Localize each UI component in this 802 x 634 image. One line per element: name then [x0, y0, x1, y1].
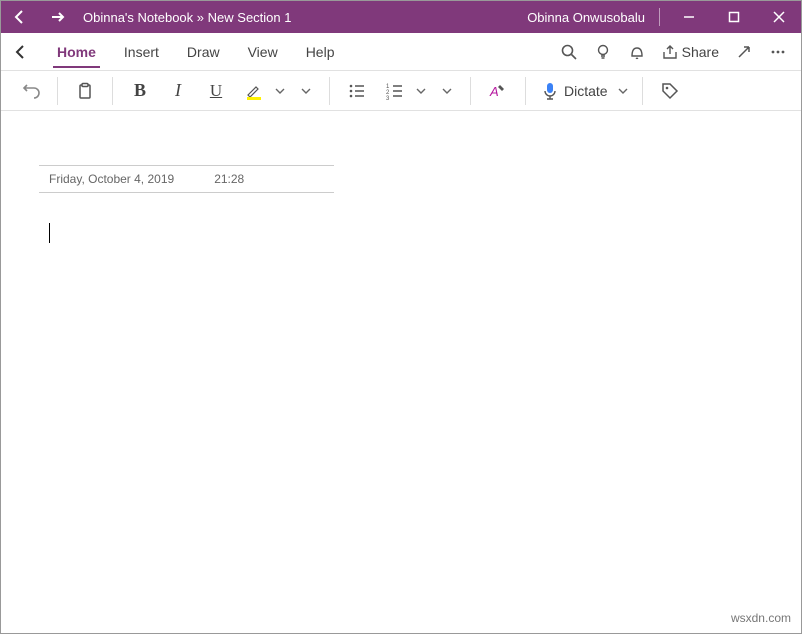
bold-button[interactable]: B: [123, 74, 157, 108]
tag-button[interactable]: [653, 74, 687, 108]
breadcrumb-section: New Section 1: [208, 10, 292, 25]
share-button[interactable]: Share: [654, 33, 727, 71]
tab-view[interactable]: View: [234, 33, 292, 71]
dictate-label: Dictate: [564, 83, 608, 99]
watermark: wsxdn.com: [731, 611, 791, 625]
highlight-dropdown[interactable]: [271, 86, 289, 96]
bullet-list-button[interactable]: [340, 74, 374, 108]
lightbulb-icon[interactable]: [586, 33, 620, 71]
toolbar-separator: [57, 77, 58, 105]
numbered-list-dropdown[interactable]: [412, 86, 430, 96]
note-date: Friday, October 4, 2019: [39, 172, 174, 186]
paragraph-group-dropdown[interactable]: [434, 86, 460, 96]
ribbon-tabs: Home Insert Draw View Help Share: [1, 33, 801, 71]
close-button[interactable]: [756, 1, 801, 33]
highlight-button[interactable]: [237, 74, 271, 108]
note-timestamp-bar: Friday, October 4, 2019 21:28: [39, 165, 334, 193]
toolbar-separator: [112, 77, 113, 105]
underline-button[interactable]: U: [199, 74, 233, 108]
back-button[interactable]: [7, 38, 35, 66]
breadcrumb-separator: »: [197, 10, 204, 25]
text-cursor: [49, 223, 50, 243]
fullscreen-icon[interactable]: [727, 33, 761, 71]
note-time: 21:28: [174, 172, 244, 186]
toolbar-separator: [329, 77, 330, 105]
user-name[interactable]: Obinna Onwusobalu: [527, 10, 653, 25]
italic-button[interactable]: I: [161, 74, 195, 108]
styles-button[interactable]: A: [481, 74, 515, 108]
numbered-list-button[interactable]: 123: [378, 74, 412, 108]
titlebar-divider: [659, 8, 660, 26]
dictate-button[interactable]: Dictate: [536, 74, 614, 108]
tab-help[interactable]: Help: [292, 33, 349, 71]
bell-icon[interactable]: [620, 33, 654, 71]
toolbar-separator: [525, 77, 526, 105]
note-canvas[interactable]: Friday, October 4, 2019 21:28: [1, 111, 801, 255]
maximize-button[interactable]: [711, 1, 756, 33]
toolbar-separator: [470, 77, 471, 105]
svg-text:A: A: [489, 84, 499, 99]
breadcrumb[interactable]: Obinna's Notebook » New Section 1: [77, 10, 291, 25]
undo-button[interactable]: [13, 74, 47, 108]
share-label: Share: [682, 44, 719, 60]
more-options-icon[interactable]: [761, 33, 795, 71]
share-icon: [662, 44, 678, 60]
tab-insert[interactable]: Insert: [110, 33, 173, 71]
tab-draw[interactable]: Draw: [173, 33, 234, 71]
back-arrow-icon[interactable]: [1, 1, 39, 33]
svg-text:3: 3: [386, 96, 390, 101]
home-toolbar: B I U 123 A Dictate: [1, 71, 801, 111]
title-bar: Obinna's Notebook » New Section 1 Obinna…: [1, 1, 801, 33]
forward-arrow-icon[interactable]: [39, 1, 77, 33]
microphone-icon: [542, 81, 558, 101]
search-icon[interactable]: [552, 33, 586, 71]
tab-home[interactable]: Home: [43, 33, 110, 71]
minimize-button[interactable]: [666, 1, 711, 33]
toolbar-separator: [642, 77, 643, 105]
dictate-dropdown[interactable]: [614, 86, 632, 96]
font-group-dropdown[interactable]: [293, 86, 319, 96]
breadcrumb-notebook: Obinna's Notebook: [83, 10, 193, 25]
clipboard-button[interactable]: [68, 74, 102, 108]
